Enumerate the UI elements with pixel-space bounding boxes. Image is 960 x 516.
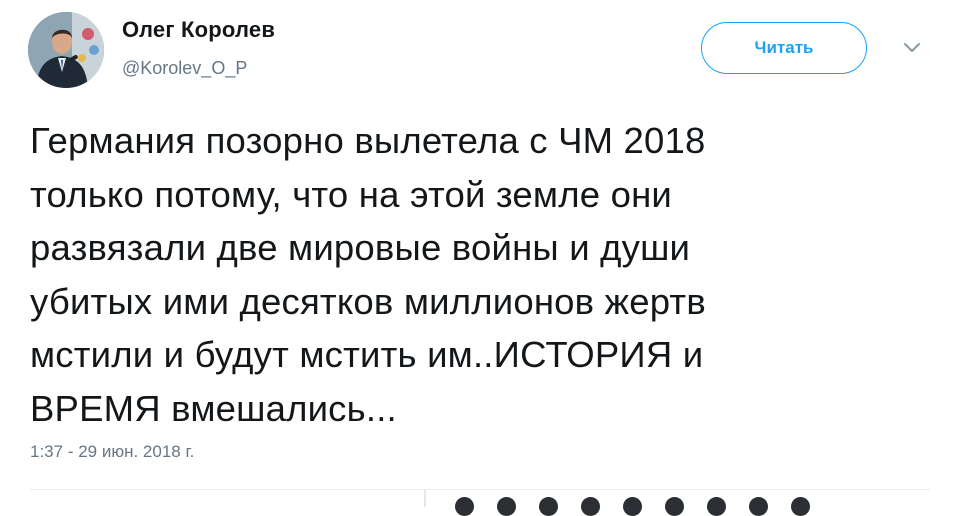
stats-divider-line <box>30 489 930 490</box>
avatar[interactable] <box>28 12 104 88</box>
tweet-text-line: ВРЕМЯ вмешались... <box>30 387 397 429</box>
tweet-card: Олег Королев @Korolev_O_P Читать Германи… <box>0 0 960 516</box>
tweet-timestamp[interactable]: 1:37 - 29 июн. 2018 г. <box>30 442 194 462</box>
tweet-text: Германия позорно вылетела с ЧМ 2018 тольк… <box>30 114 930 435</box>
author-name[interactable]: Олег Королев <box>122 17 275 43</box>
chevron-down-icon[interactable] <box>903 42 921 54</box>
tweet-text-line: мстили и будут мстить им..ИСТОРИЯ и <box>30 334 704 375</box>
liker-avatars <box>455 497 810 516</box>
follow-button[interactable]: Читать <box>701 22 867 74</box>
author-handle[interactable]: @Korolev_O_P <box>122 58 247 79</box>
tweet-text-line: развязали две мировые войны и души <box>30 227 691 268</box>
tweet-text-line: только потому, что на этой земле они <box>30 173 673 215</box>
stats-separator <box>424 490 426 507</box>
tweet-text-line: убитых ими десятков миллионов жертв <box>30 280 706 322</box>
avatar-photo-icon <box>28 12 104 88</box>
tweet-text-line: Германия позорно вылетела с ЧМ 2018 <box>30 120 706 161</box>
